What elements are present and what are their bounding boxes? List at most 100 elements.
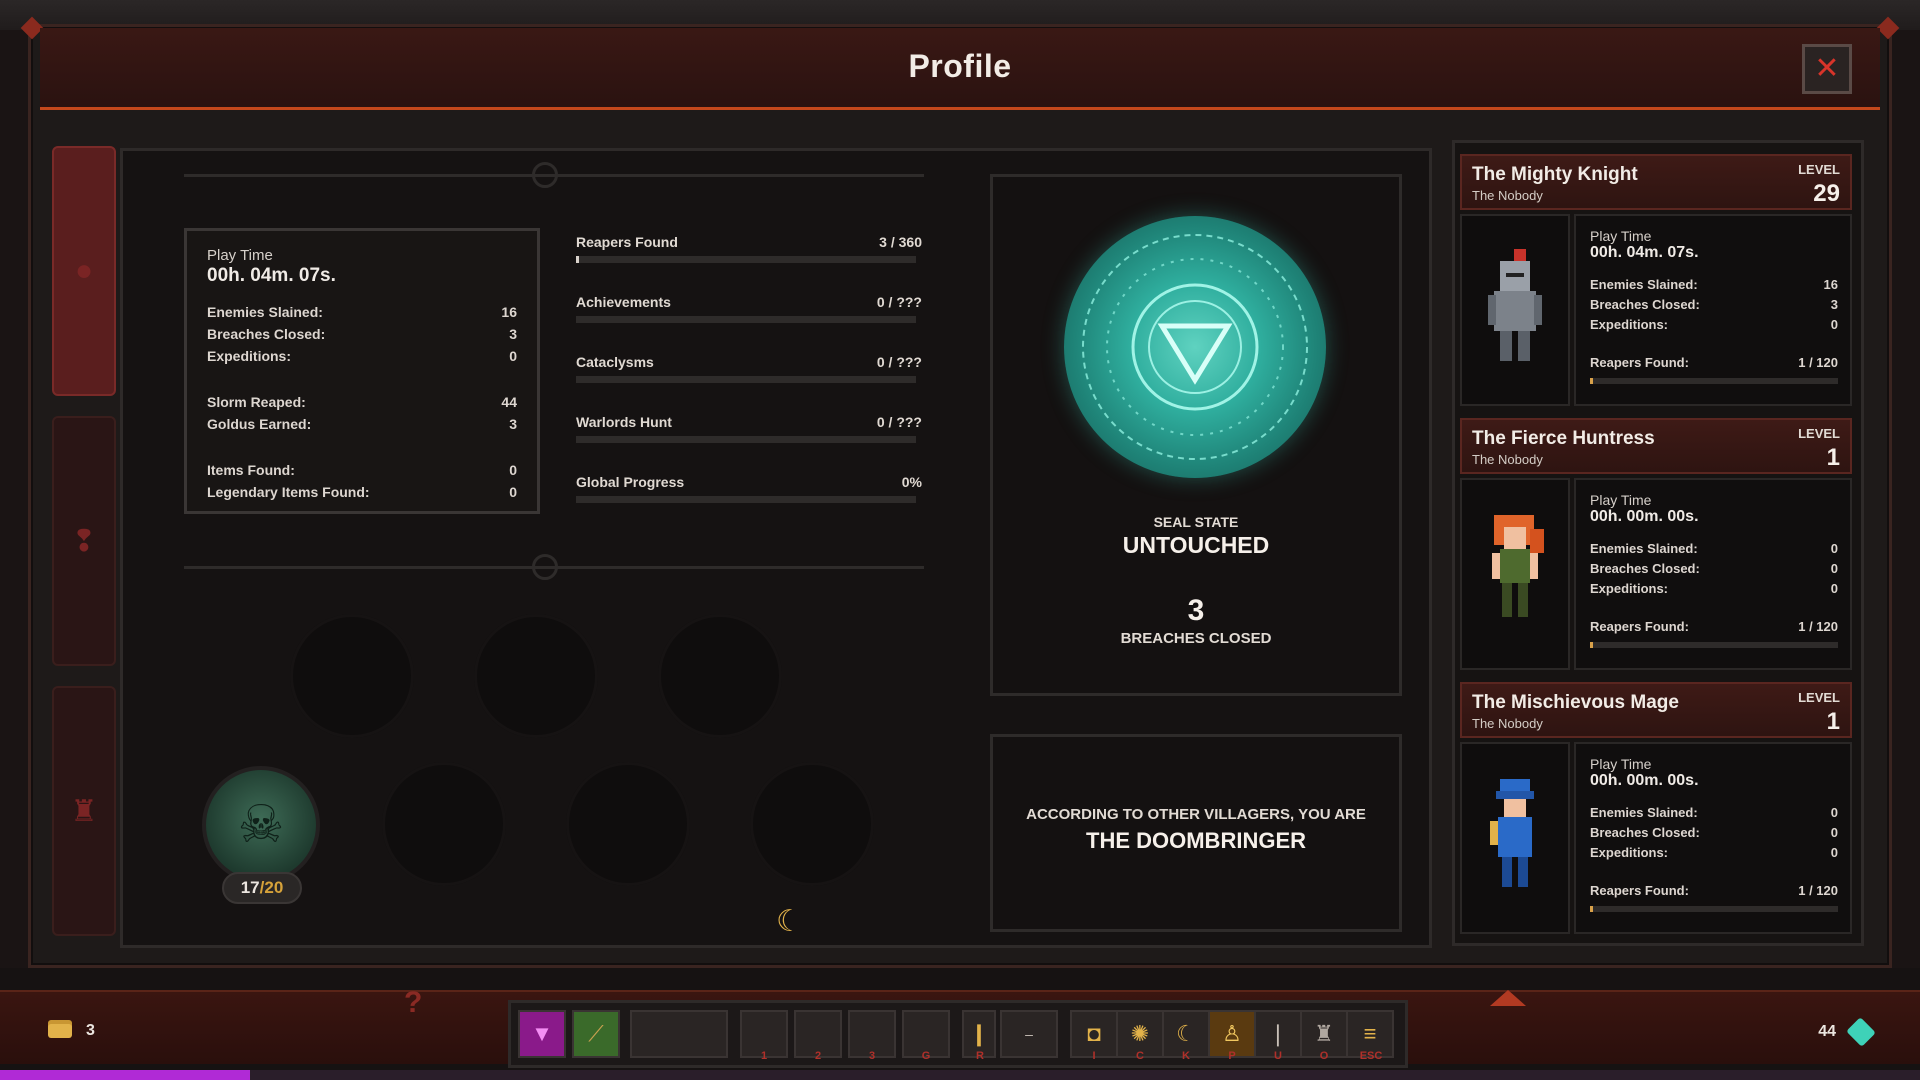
relic-slot[interactable] xyxy=(474,614,598,738)
hero-card-knight[interactable]: The Mighty Knight The Nobody LEVEL 29 Pl… xyxy=(1460,154,1852,408)
hero-header: The Mighty Knight The Nobody LEVEL 29 xyxy=(1460,154,1852,210)
quick-slot[interactable]: – xyxy=(1000,1010,1058,1058)
window-title: Profile xyxy=(908,48,1012,84)
hero-card-huntress[interactable]: The Fierce Huntress The Nobody LEVEL 1 P… xyxy=(1460,418,1852,672)
hero-play-time: 00h. 00m. 00s. xyxy=(1590,508,1699,525)
key-hint: ESC xyxy=(1359,1050,1383,1062)
play-time-value: 00h. 04m. 07s. xyxy=(207,265,336,286)
hero-stats: Play Time 00h. 00m. 00s. Enemies Slained… xyxy=(1574,742,1852,934)
progress-bar xyxy=(576,316,916,323)
title-bar: Profile ✕ xyxy=(40,28,1880,110)
sword-icon: ⟋ xyxy=(588,1021,604,1046)
relic-orb[interactable]: ☠ xyxy=(202,766,320,884)
villager-caption: ACCORDING TO OTHER VILLAGERS, YOU ARE xyxy=(1026,806,1366,823)
hero-subtitle: The Nobody xyxy=(1472,716,1543,731)
hero-name: The Fierce Huntress xyxy=(1472,428,1655,449)
seal-state-label: SEAL STATE xyxy=(1153,514,1239,530)
hero-portrait xyxy=(1460,214,1570,406)
mage-icon xyxy=(1490,779,1534,887)
play-time-label: Play Time xyxy=(207,247,273,264)
bag-icon: ◘ xyxy=(1087,1021,1101,1046)
seal-rune-icon xyxy=(1082,234,1308,460)
hero-portrait xyxy=(1460,478,1570,670)
skill-slot-secondary[interactable]: ⟋ xyxy=(572,1010,620,1058)
key-hint: 2 xyxy=(814,1050,822,1062)
key-hint: 3 xyxy=(868,1050,876,1062)
stat-expeditions: Expeditions: 0 xyxy=(207,348,517,364)
experience-bar xyxy=(0,1070,1920,1080)
stat-slorm: Slorm Reaped: 44 xyxy=(207,394,517,410)
reaper-icon: ❢ xyxy=(71,524,97,558)
crescent-moon-icon: ☾ xyxy=(776,905,803,938)
reapers-progress-bar xyxy=(1590,378,1838,384)
experience-fill xyxy=(0,1070,250,1080)
menu-icon: ≡ xyxy=(1363,1021,1377,1046)
stat-goldus: Goldus Earned: 3 xyxy=(207,416,517,432)
stat-legendary-items: Legendary Items Found: 0 xyxy=(207,484,517,500)
slorm-counter: 44 xyxy=(1818,1017,1876,1047)
reapers-progress-bar xyxy=(1590,906,1838,912)
progress-bar xyxy=(576,436,916,443)
progress-reapers: Reapers Found 3 / 360 xyxy=(576,234,922,294)
relic-slot[interactable] xyxy=(750,762,874,886)
expand-arrow-icon[interactable] xyxy=(1490,990,1526,1006)
level-label: LEVEL xyxy=(1798,690,1840,705)
key-hint: K xyxy=(1182,1050,1190,1062)
trophy-icon: ♜ xyxy=(70,794,98,828)
gold-counter: 3 xyxy=(48,1022,95,1040)
hero-play-time: 00h. 00m. 00s. xyxy=(1590,772,1699,789)
trophy-icon: ♜ xyxy=(1314,1021,1334,1046)
relic-slot[interactable] xyxy=(658,614,782,738)
relic-slot[interactable] xyxy=(290,614,414,738)
breaches-label: BREACHES CLOSED xyxy=(1120,630,1272,647)
side-tab-bar: ● ❢ ♜ xyxy=(52,146,116,946)
progress-bar xyxy=(576,496,916,503)
gold-amount: 3 xyxy=(86,1022,95,1039)
ornament-knot xyxy=(532,554,558,580)
close-button[interactable]: ✕ xyxy=(1802,44,1852,94)
skill-slot-special[interactable] xyxy=(630,1010,728,1058)
tab-reapers[interactable]: ❢ xyxy=(52,416,116,666)
person-icon: ● xyxy=(74,254,94,287)
key-hint: G xyxy=(921,1050,931,1062)
key-hint: P xyxy=(1228,1050,1236,1062)
moon-skill-icon: ☾ xyxy=(1176,1021,1196,1046)
progress-warlords: Warlords Hunt 0 / ??? xyxy=(576,414,922,474)
hero-level: 1 xyxy=(1826,444,1840,471)
hero-stats: Play Time 00h. 00m. 00s. Enemies Slained… xyxy=(1574,478,1852,670)
slorm-amount: 44 xyxy=(1818,1023,1836,1040)
progress-bar xyxy=(576,256,916,263)
progress-cataclysms: Cataclysms 0 / ??? xyxy=(576,354,922,414)
progress-list: Reapers Found 3 / 360 Achievements 0 / ???… xyxy=(576,234,922,534)
hero-play-time: 00h. 04m. 07s. xyxy=(1590,244,1699,261)
minus-icon: – xyxy=(1025,1026,1033,1042)
stat-items: Items Found: 0 xyxy=(207,462,517,478)
villager-title: THE DOOMBRINGER xyxy=(1086,828,1306,853)
knight-icon xyxy=(1488,249,1542,361)
ornament-knot xyxy=(532,162,558,188)
skull-icon: ☠ xyxy=(237,796,285,854)
character-icon: ✺ xyxy=(1130,1021,1150,1046)
ribbon-icon: ▼ xyxy=(531,1021,553,1046)
level-label: LEVEL xyxy=(1798,162,1840,177)
key-hint: O xyxy=(1319,1050,1329,1062)
progress-achievements: Achievements 0 / ??? xyxy=(576,294,922,354)
hero-name: The Mischievous Mage xyxy=(1472,692,1679,713)
hero-subtitle: The Nobody xyxy=(1472,452,1543,467)
relic-slot[interactable] xyxy=(382,762,506,886)
relic-slot[interactable] xyxy=(566,762,690,886)
help-icon[interactable]: ? xyxy=(404,986,422,1020)
skill-slot-primary[interactable]: ▼ xyxy=(518,1010,566,1058)
hero-stats: Play Time 00h. 04m. 07s. Enemies Slained… xyxy=(1574,214,1852,406)
tab-profile[interactable]: ● xyxy=(52,146,116,396)
hero-level: 29 xyxy=(1813,180,1840,207)
tab-trophies[interactable]: ♜ xyxy=(52,686,116,936)
hero-card-mage[interactable]: The Mischievous Mage The Nobody LEVEL 1 … xyxy=(1460,682,1852,936)
hero-header: The Mischievous Mage The Nobody LEVEL 1 xyxy=(1460,682,1852,738)
relic-counter: 17/20 xyxy=(222,872,302,904)
reapers-progress-bar xyxy=(1590,642,1838,648)
hero-level: 1 xyxy=(1826,708,1840,735)
key-hint: I xyxy=(1092,1050,1096,1062)
hero-header: The Fierce Huntress The Nobody LEVEL 1 xyxy=(1460,418,1852,474)
key-hint: 1 xyxy=(760,1050,768,1062)
